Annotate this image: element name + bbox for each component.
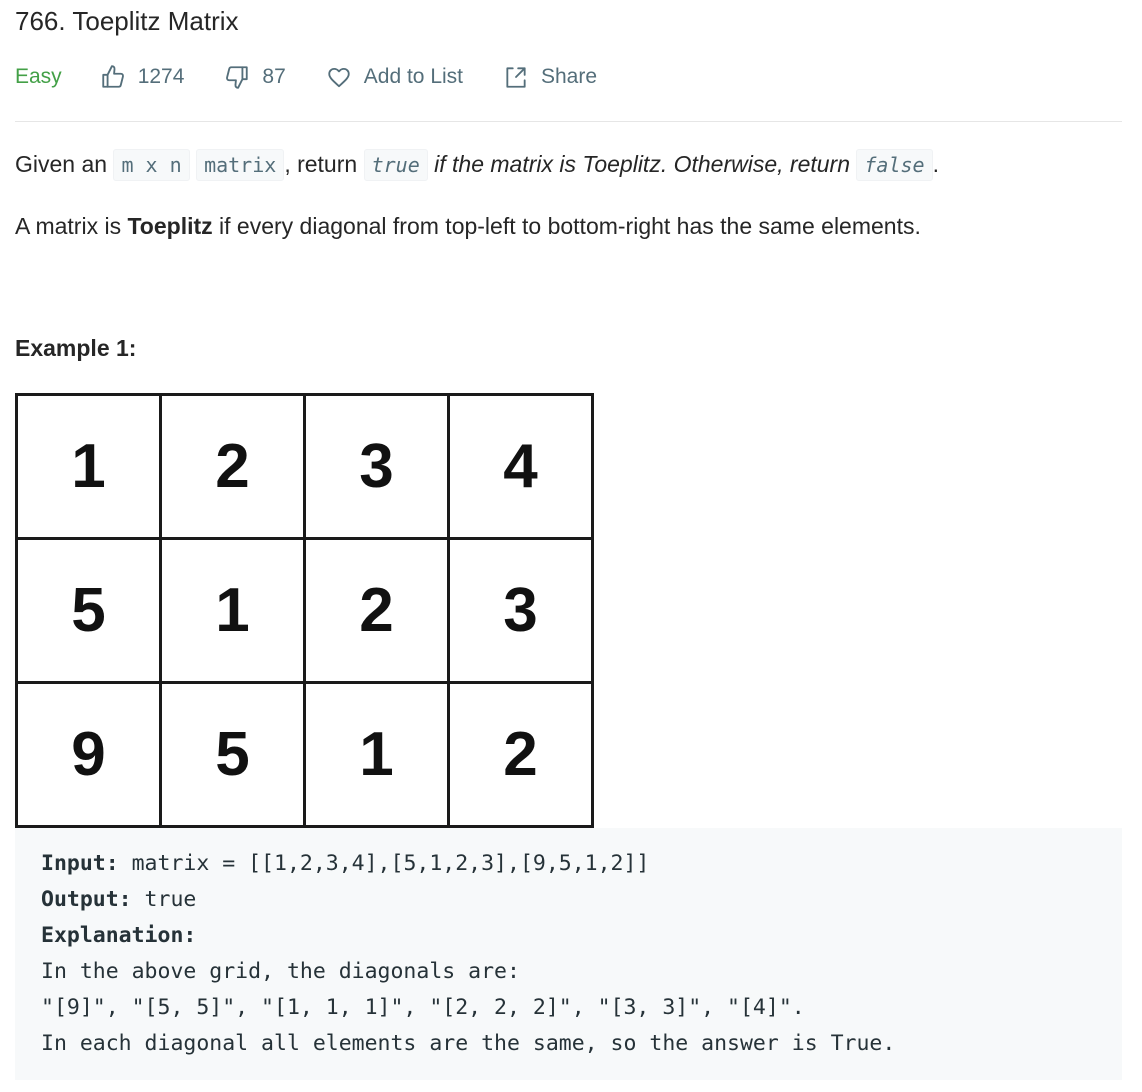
grid-cell: 1 — [303, 681, 450, 828]
grid-cell: 3 — [303, 393, 450, 540]
grid-cell: 2 — [447, 681, 594, 828]
example-1-code-block: Input: matrix = [[1,2,3,4],[5,1,2,3],[9,… — [15, 828, 1122, 1080]
grid-cell: 1 — [15, 393, 162, 540]
grid-row: 1 2 3 4 — [15, 393, 594, 540]
input-label: Input: — [41, 851, 119, 876]
grid-cell: 4 — [447, 393, 594, 540]
heart-icon — [326, 64, 352, 90]
output-line: Output: true — [41, 882, 1096, 918]
dislike-button[interactable]: 87 — [224, 64, 286, 90]
desc-p2-pre: A matrix is — [15, 213, 128, 239]
like-button[interactable]: 1274 — [100, 64, 185, 90]
explanation-line-1: In the above grid, the diagonals are: — [41, 959, 520, 984]
code-false: false — [856, 149, 933, 181]
add-to-list-label: Add to List — [363, 65, 463, 88]
description-paragraph-1: Given an m x n matrix, return true if th… — [15, 146, 939, 183]
grid-cell: 5 — [15, 537, 162, 684]
grid-cell: 2 — [303, 537, 450, 684]
desc-p2-post: if every diagonal from top-left to botto… — [212, 213, 921, 239]
thumbs-up-icon — [100, 64, 126, 90]
code-true: true — [363, 149, 428, 181]
explanation-line-2: "[9]", "[5, 5]", "[1, 1, 1]", "[2, 2, 2]… — [41, 995, 805, 1020]
grid-cell: 2 — [159, 393, 306, 540]
difficulty-badge: Easy — [15, 65, 62, 88]
thumbs-down-icon — [224, 64, 250, 90]
code-matrix: matrix — [196, 149, 285, 181]
grid-row: 5 1 2 3 — [15, 537, 594, 684]
grid-cell: 5 — [159, 681, 306, 828]
header-divider — [15, 121, 1122, 122]
explanation-line-3: In each diagonal all elements are the sa… — [41, 1031, 896, 1056]
desc-end-text: . — [932, 151, 939, 177]
example-matrix-grid: 1 2 3 4 5 1 2 3 9 5 1 2 — [15, 393, 594, 828]
desc-given-text: Given an — [15, 151, 114, 177]
like-count: 1274 — [137, 65, 185, 88]
grid-cell: 3 — [447, 537, 594, 684]
example-1-title: Example 1: — [15, 335, 137, 361]
share-button[interactable]: Share — [503, 64, 597, 90]
desc-return-text: , return — [284, 151, 364, 177]
grid-row: 9 5 1 2 — [15, 681, 594, 828]
explanation-label-line: Explanation: — [41, 918, 1096, 954]
problem-title: 766. Toeplitz Matrix — [15, 6, 239, 36]
explanation-label: Explanation: — [41, 923, 197, 948]
output-value: true — [131, 887, 197, 912]
code-m-x-n: m x n — [113, 149, 190, 181]
dislike-count: 87 — [262, 65, 286, 88]
input-value: matrix = [[1,2,3,4],[5,1,2,3],[9,5,1,2]] — [118, 851, 650, 876]
problem-meta-bar: Easy 1274 87 Add to List Share — [15, 60, 597, 94]
share-label: Share — [541, 65, 598, 88]
output-label: Output: — [41, 887, 132, 912]
input-line: Input: matrix = [[1,2,3,4],[5,1,2,3],[9,… — [41, 846, 1096, 882]
share-icon — [503, 64, 529, 90]
desc-p2-bold: Toeplitz — [127, 213, 213, 239]
description-paragraph-2: A matrix is Toeplitz if every diagonal f… — [15, 208, 921, 244]
desc-if-text: if the matrix is Toeplitz. Otherwise, re… — [427, 151, 857, 177]
grid-cell: 9 — [15, 681, 162, 828]
add-to-list-button[interactable]: Add to List — [326, 64, 463, 90]
grid-cell: 1 — [159, 537, 306, 684]
